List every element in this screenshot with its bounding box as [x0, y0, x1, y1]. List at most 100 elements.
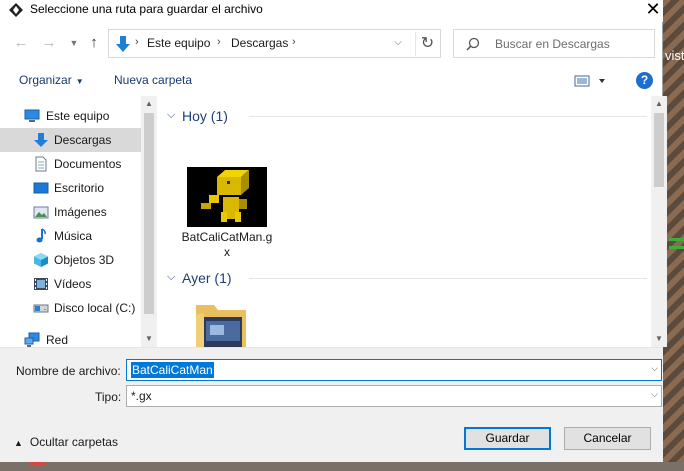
navigation-pane: Este equipo Descargas Documentos Escrito… [0, 96, 157, 347]
download-arrow-icon [34, 133, 48, 147]
chevron-down-icon: ⌵ [394, 37, 402, 48]
desktop-icon [33, 182, 49, 194]
sidebar-item-label: Objetos 3D [54, 253, 115, 267]
file-list-scrollbar[interactable]: ▲ ▼ [651, 96, 667, 347]
filetype-value: *.gx [131, 389, 152, 403]
back-button[interactable]: ← [11, 33, 31, 53]
breadcrumb-descargas[interactable]: Descargas [231, 36, 288, 50]
music-icon [36, 228, 46, 243]
refresh-button[interactable]: ↻ [415, 32, 439, 56]
computer-icon [24, 109, 40, 122]
scrollbar-thumb[interactable] [144, 113, 154, 314]
sidebar-item-musica[interactable]: Música [0, 224, 141, 248]
organize-label: Organizar [19, 73, 72, 87]
search-icon [466, 37, 480, 51]
chevron-down-icon: ⌵ [651, 389, 658, 399]
hide-folders-button[interactable]: ▲ Ocultar carpetas [14, 435, 118, 449]
filetype-label: Tipo: [95, 390, 122, 404]
filename-value: BatCaliCatMan [131, 362, 214, 378]
address-bar[interactable]: › Este equipo › Descargas › ⌵ ↻ [108, 29, 441, 58]
background-text: vist [665, 48, 684, 63]
view-options-icon [574, 75, 605, 87]
sidebar-item-label: Música [54, 229, 93, 243]
sidebar-item-documentos[interactable]: Documentos [0, 152, 141, 176]
folder-icon [196, 305, 246, 347]
background-app-bottom [0, 462, 684, 471]
breadcrumb-separator: › [292, 36, 296, 48]
chevron-down-icon[interactable]: ⌵ [651, 363, 658, 374]
window-title: Seleccione una ruta para guardar el arch… [30, 2, 263, 16]
refresh-icon: ↻ [420, 35, 435, 52]
hide-folders-label: Ocultar carpetas [29, 435, 118, 449]
chevron-up-icon: ▲ [14, 438, 23, 448]
organize-button[interactable]: Organizar ▼ [19, 73, 84, 87]
group-header-hoy[interactable]: ⌵ Hoy (1) [167, 106, 647, 126]
cube-3d-icon [34, 253, 48, 267]
scrollbar-thumb[interactable] [654, 113, 664, 187]
sidebar-item-escritorio[interactable]: Escritorio [0, 176, 141, 200]
group-header-ayer[interactable]: ⌵ Ayer (1) [167, 268, 647, 288]
chevron-down-icon: ⌵ [167, 271, 176, 283]
chevron-down-icon: ▼ [69, 38, 79, 48]
file-list: ⌵ Hoy (1) BatCaliCatMan.gx ⌵ Ayer (1) [161, 96, 651, 347]
group-label: Hoy (1) [182, 108, 228, 124]
sidebar-item-videos[interactable]: Vídeos [0, 272, 141, 296]
scroll-down-icon[interactable]: ▼ [654, 333, 664, 345]
new-folder-button[interactable]: Nueva carpeta [114, 73, 192, 87]
up-button[interactable]: ↑ [84, 33, 104, 53]
save-button[interactable]: Guardar [464, 427, 551, 450]
filename-input[interactable]: BatCaliCatMan ⌵ [126, 359, 662, 381]
forward-button[interactable]: → [39, 33, 59, 53]
group-divider [249, 116, 647, 117]
breadcrumb-separator: › [217, 36, 221, 48]
close-icon: ✕ [645, 0, 661, 19]
change-view-button[interactable] [574, 73, 608, 89]
recent-locations-button[interactable]: ▼ [64, 33, 84, 53]
sidebar-item-label: Descargas [54, 133, 112, 147]
caret-down-icon: ▼ [75, 77, 84, 86]
sidebar-item-imagenes[interactable]: Imágenes [0, 200, 141, 224]
scroll-down-icon[interactable]: ▼ [144, 333, 154, 345]
sidebar-item-label: Vídeos [54, 277, 92, 291]
video-icon [34, 278, 48, 290]
sidebar-item-label: Documentos [54, 157, 122, 171]
pictures-icon [33, 206, 49, 219]
search-placeholder: Buscar en Descargas [495, 37, 610, 51]
scroll-up-icon[interactable]: ▲ [654, 98, 664, 110]
scroll-up-icon[interactable]: ▲ [144, 98, 154, 110]
sidebar-item-este-equipo[interactable]: Este equipo [0, 104, 141, 128]
cancel-button[interactable]: Cancelar [564, 427, 651, 450]
folder-item[interactable] [196, 303, 246, 347]
sidebar-item-disco-local[interactable]: Disco local (C:) [0, 296, 141, 320]
save-options-panel: Nombre de archivo: BatCaliCatMan ⌵ Tipo:… [0, 347, 663, 462]
sidebar-item-label: Escritorio [54, 181, 105, 195]
sidebar-item-descargas[interactable]: Descargas [0, 128, 141, 152]
navigation-scrollbar[interactable]: ▲ ▼ [141, 96, 157, 347]
app-icon [9, 3, 23, 17]
sidebar-item-label: Imágenes [54, 205, 107, 219]
close-button[interactable]: ✕ [643, 0, 663, 19]
arrow-left-icon: ← [13, 34, 29, 51]
file-thumbnail [187, 167, 267, 227]
filename-label: Nombre de archivo: [16, 364, 121, 378]
sidebar-item-label: Este equipo [46, 109, 110, 123]
document-icon [35, 156, 47, 172]
help-button[interactable]: ? [636, 72, 653, 89]
file-name: BatCaliCatMan.gx [181, 230, 273, 259]
sidebar-item-objetos-3d[interactable]: Objetos 3D [0, 248, 141, 272]
filetype-select[interactable]: *.gx ⌵ [126, 385, 662, 407]
group-label: Ayer (1) [182, 270, 232, 286]
drive-icon [33, 304, 49, 313]
download-arrow-icon [116, 36, 130, 52]
title-bar: Seleccione una ruta para guardar el arch… [0, 0, 663, 22]
command-bar: Organizar ▼ Nueva carpeta ? [0, 64, 663, 96]
search-input[interactable]: Buscar en Descargas [453, 29, 655, 58]
save-dialog: Seleccione una ruta para guardar el arch… [0, 0, 667, 462]
breadcrumb-este-equipo[interactable]: Este equipo [147, 36, 210, 50]
background-decoration [669, 238, 684, 241]
arrow-right-icon: → [41, 34, 57, 51]
sidebar-item-label: Red [46, 333, 69, 347]
breadcrumb-separator: › [135, 36, 139, 48]
address-history-dropdown[interactable]: ⌵ [388, 33, 408, 53]
chevron-down-icon: ⌵ [167, 109, 176, 121]
